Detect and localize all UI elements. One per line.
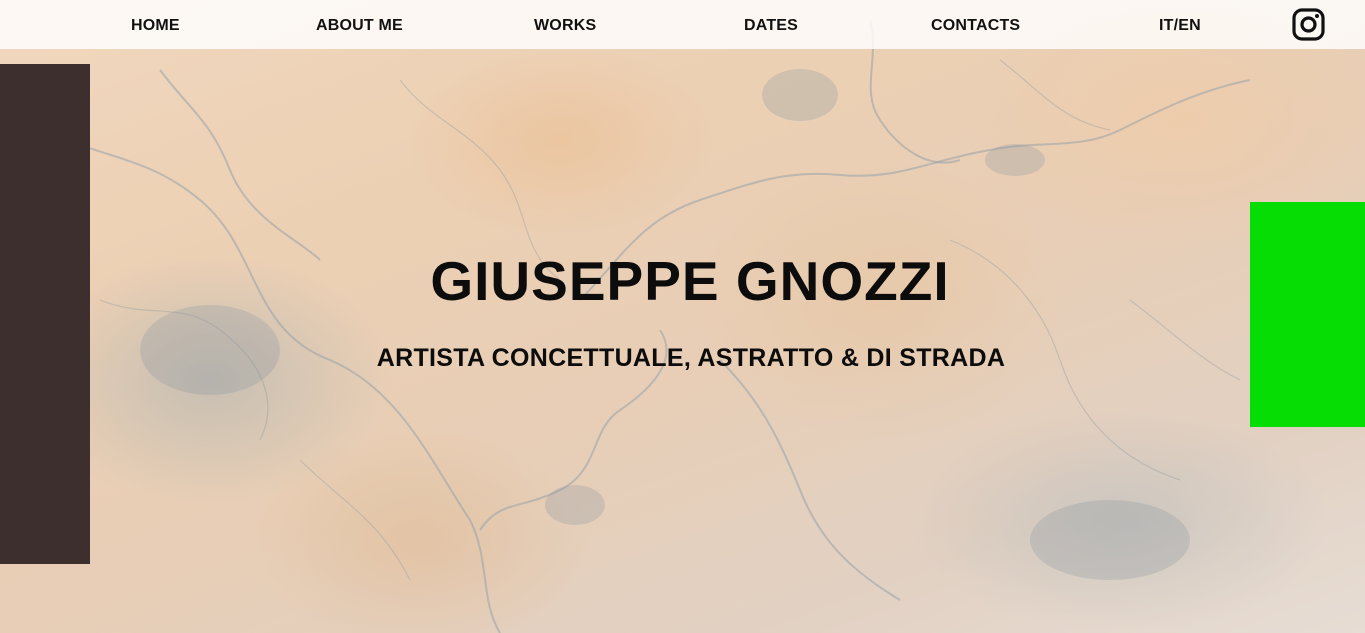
hero-subtitle: ARTISTA CONCETTUALE, ASTRATTO & DI STRAD… bbox=[376, 344, 1006, 372]
hero-title: GIUSEPPE GNOZZI bbox=[430, 250, 950, 312]
background-overlay bbox=[0, 0, 1365, 633]
nav-contacts[interactable]: CONTACTS bbox=[931, 17, 1020, 35]
instagram-icon[interactable] bbox=[1292, 8, 1325, 41]
right-color-block bbox=[1250, 202, 1365, 427]
nav-about-me[interactable]: ABOUT ME bbox=[316, 17, 403, 35]
nav-works[interactable]: WORKS bbox=[534, 17, 596, 35]
nav-dates[interactable]: DATES bbox=[744, 17, 798, 35]
language-switch[interactable]: IT/EN bbox=[1159, 17, 1201, 35]
top-navbar: HOME ABOUT ME WORKS DATES CONTACTS IT/EN bbox=[0, 0, 1365, 49]
page: HOME ABOUT ME WORKS DATES CONTACTS IT/EN… bbox=[0, 0, 1365, 633]
nav-home[interactable]: HOME bbox=[131, 17, 180, 35]
left-color-block bbox=[0, 64, 90, 564]
